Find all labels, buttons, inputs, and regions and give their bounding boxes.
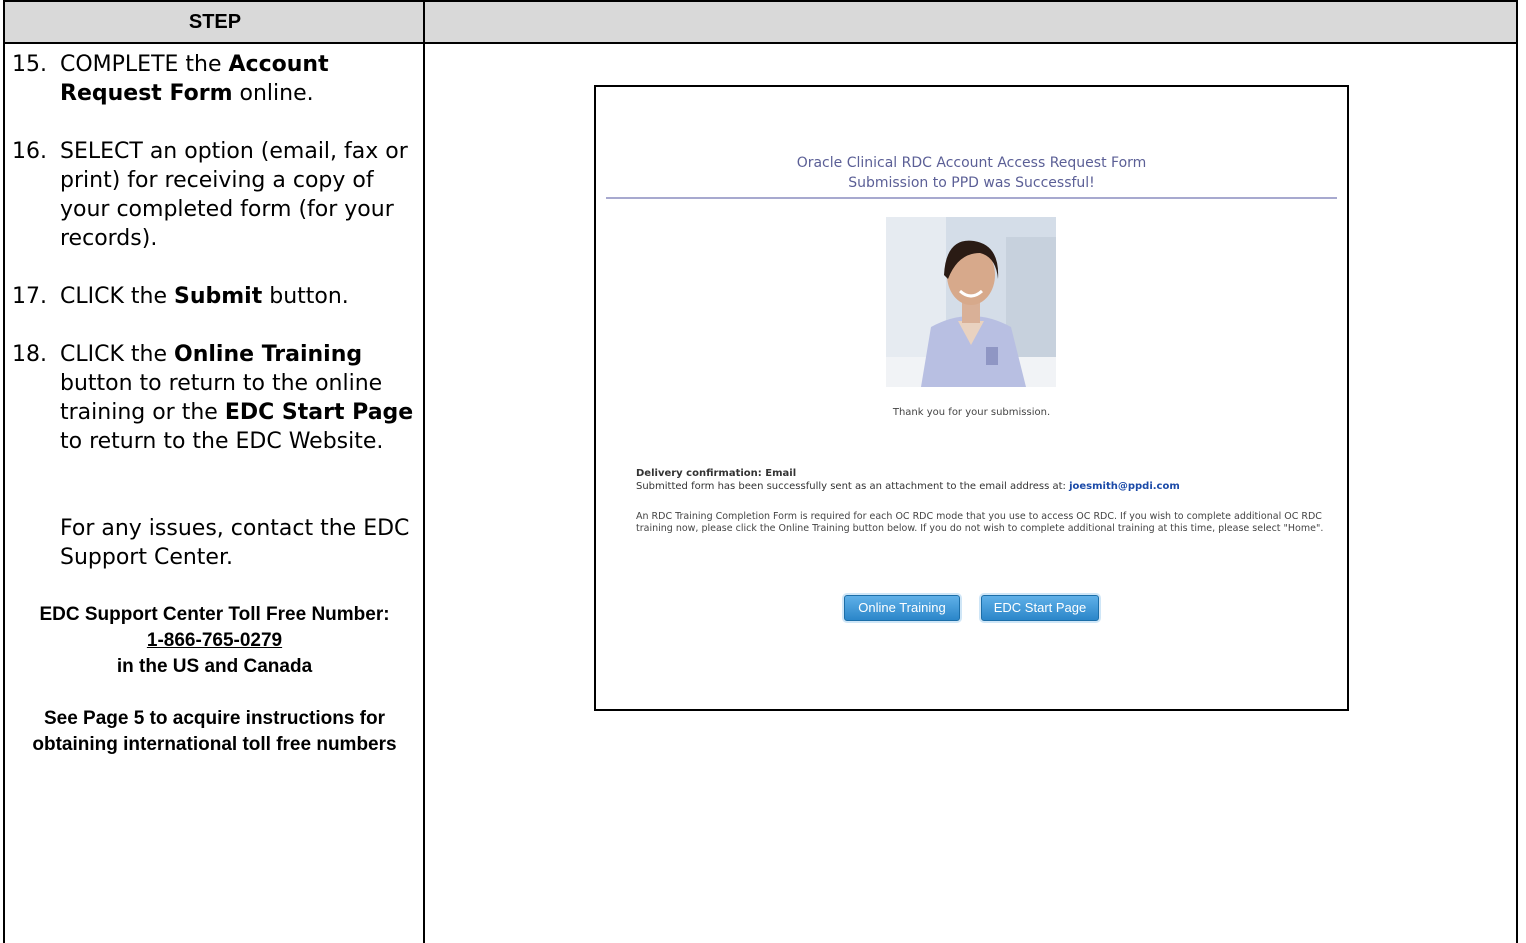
step-text: CLICK the <box>60 342 174 367</box>
delivery-label: Delivery confirmation: Email <box>636 468 797 479</box>
support-region: in the US and Canada <box>116 656 313 677</box>
online-training-button[interactable]: Online Training <box>844 595 960 621</box>
see-page-note: See Page 5 to acquire instructions for o… <box>32 708 397 755</box>
title-divider <box>606 197 1337 199</box>
column-divider <box>423 0 425 943</box>
rdc-note: An RDC Training Completion Form is requi… <box>636 511 1324 534</box>
step-text: CLICK the <box>60 284 174 309</box>
form-title-line2: Submission to PPD was Successful! <box>848 175 1095 191</box>
support-phone: 1-866-765-0279 <box>146 630 283 651</box>
confirmation-page: Oracle Clinical RDC Account Access Reque… <box>596 87 1347 709</box>
screenshot-panel: Oracle Clinical RDC Account Access Reque… <box>594 85 1349 711</box>
step-15: 15. COMPLETE the Account Request Form on… <box>12 50 417 108</box>
step-number: 15. <box>12 52 47 77</box>
step-emphasis: EDC Start Page <box>224 400 414 425</box>
step-emphasis: Submit <box>174 284 263 309</box>
thanks-message: Thank you for your submission. <box>892 407 1051 418</box>
steps-column: 15. COMPLETE the Account Request Form on… <box>12 50 417 758</box>
delivery-confirmation: Delivery confirmation: Email Submitted f… <box>636 467 1180 493</box>
delivery-text: Submitted form has been successfully sen… <box>636 481 1070 492</box>
step-text: to return to the EDC Website. <box>60 429 384 454</box>
contact-text: For any issues, contact the EDC Support … <box>60 516 410 570</box>
step-17: 17. CLICK the Submit button. <box>12 282 417 311</box>
form-title: Oracle Clinical RDC Account Access Reque… <box>606 153 1337 193</box>
nurse-photo <box>886 217 1056 387</box>
form-title-line1: Oracle Clinical RDC Account Access Reque… <box>796 155 1147 171</box>
toll-free-label: EDC Support Center Toll Free Number: <box>39 604 390 625</box>
edc-start-page-button[interactable]: EDC Start Page <box>981 595 1099 621</box>
nurse-illustration <box>886 217 1056 387</box>
step-text: SELECT an option (email, fax or print) f… <box>60 139 408 251</box>
header-step: STEP <box>188 10 242 33</box>
step-text: COMPLETE the <box>60 52 229 77</box>
step-number: 16. <box>12 139 47 164</box>
support-info: EDC Support Center Toll Free Number: 1-8… <box>12 602 417 758</box>
step-number: 17. <box>12 284 47 309</box>
step-emphasis: Online Training <box>174 342 363 367</box>
step-number: 18. <box>12 342 47 367</box>
step-text: online. <box>232 81 314 106</box>
step-16: 16. SELECT an option (email, fax or prin… <box>12 137 417 253</box>
step-18: 18. CLICK the Online Training button to … <box>12 340 417 456</box>
table-header-row: STEP <box>3 0 1518 44</box>
delivery-line: Submitted form has been successfully sen… <box>636 480 1180 493</box>
step-text: button. <box>262 284 349 309</box>
email-address: joesmith@ppdi.com <box>1069 481 1180 492</box>
